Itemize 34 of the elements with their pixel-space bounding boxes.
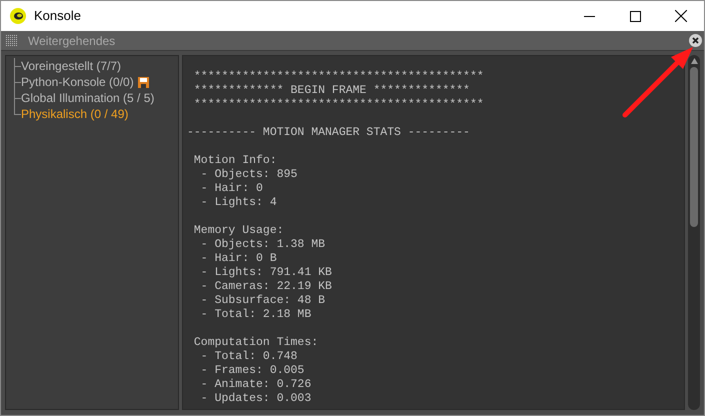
tree-item[interactable]: Physikalisch (0 / 49): [21, 105, 128, 123]
close-icon: [692, 37, 699, 44]
console-line: ---------- MOTION MANAGER STATS ---------: [187, 126, 470, 140]
maximize-icon: [630, 10, 640, 22]
scrollbar[interactable]: [688, 55, 700, 410]
console-line: - Frames: 0.005: [200, 364, 304, 378]
console-line: - Cameras: 22.19 KB: [200, 280, 332, 294]
close-panel-button[interactable]: [689, 34, 702, 47]
console-line: - Lights: 791.41 KB: [200, 266, 332, 280]
console-line: - Hair: 0: [200, 182, 263, 196]
console-line: - Animate: 0.726: [200, 378, 312, 392]
console-line: ************* BEGIN FRAME **************: [192, 84, 470, 98]
console-line: - Objects: 895: [200, 168, 298, 182]
close-icon: [675, 10, 687, 22]
console-line: - Updates: 0.003: [200, 392, 312, 406]
scroll-up-arrow-icon[interactable]: [690, 58, 698, 64]
console-line: - Lights: 4: [200, 196, 277, 210]
console-line: Motion Info:: [192, 154, 277, 168]
tree-item[interactable]: Global Illumination (5 / 5): [21, 89, 154, 107]
console-line: - Objects: 1.38 MB: [200, 238, 326, 252]
console-line: ******************************************: [192, 70, 484, 84]
console-line: - Subsurface: 48 B: [200, 294, 326, 308]
app-logo-icon: [10, 8, 26, 24]
console-line: ******************************************: [192, 98, 484, 112]
tree-item[interactable]: Voreingestellt (7/7): [21, 57, 122, 75]
console-line: - Total: 0.748: [200, 350, 298, 364]
tree-item[interactable]: Python-Konsole (0/0): [21, 73, 134, 91]
console-line: - Hair: 0 B: [200, 252, 277, 266]
console-line: - Total: 2.18 MB: [200, 308, 312, 322]
window-title: Konsole: [34, 7, 81, 26]
console-line: Memory Usage:: [192, 224, 284, 238]
grip-icon[interactable]: [6, 34, 18, 46]
console-line: Computation Times:: [192, 336, 318, 350]
menu-title[interactable]: Weitergehendes: [28, 32, 116, 50]
